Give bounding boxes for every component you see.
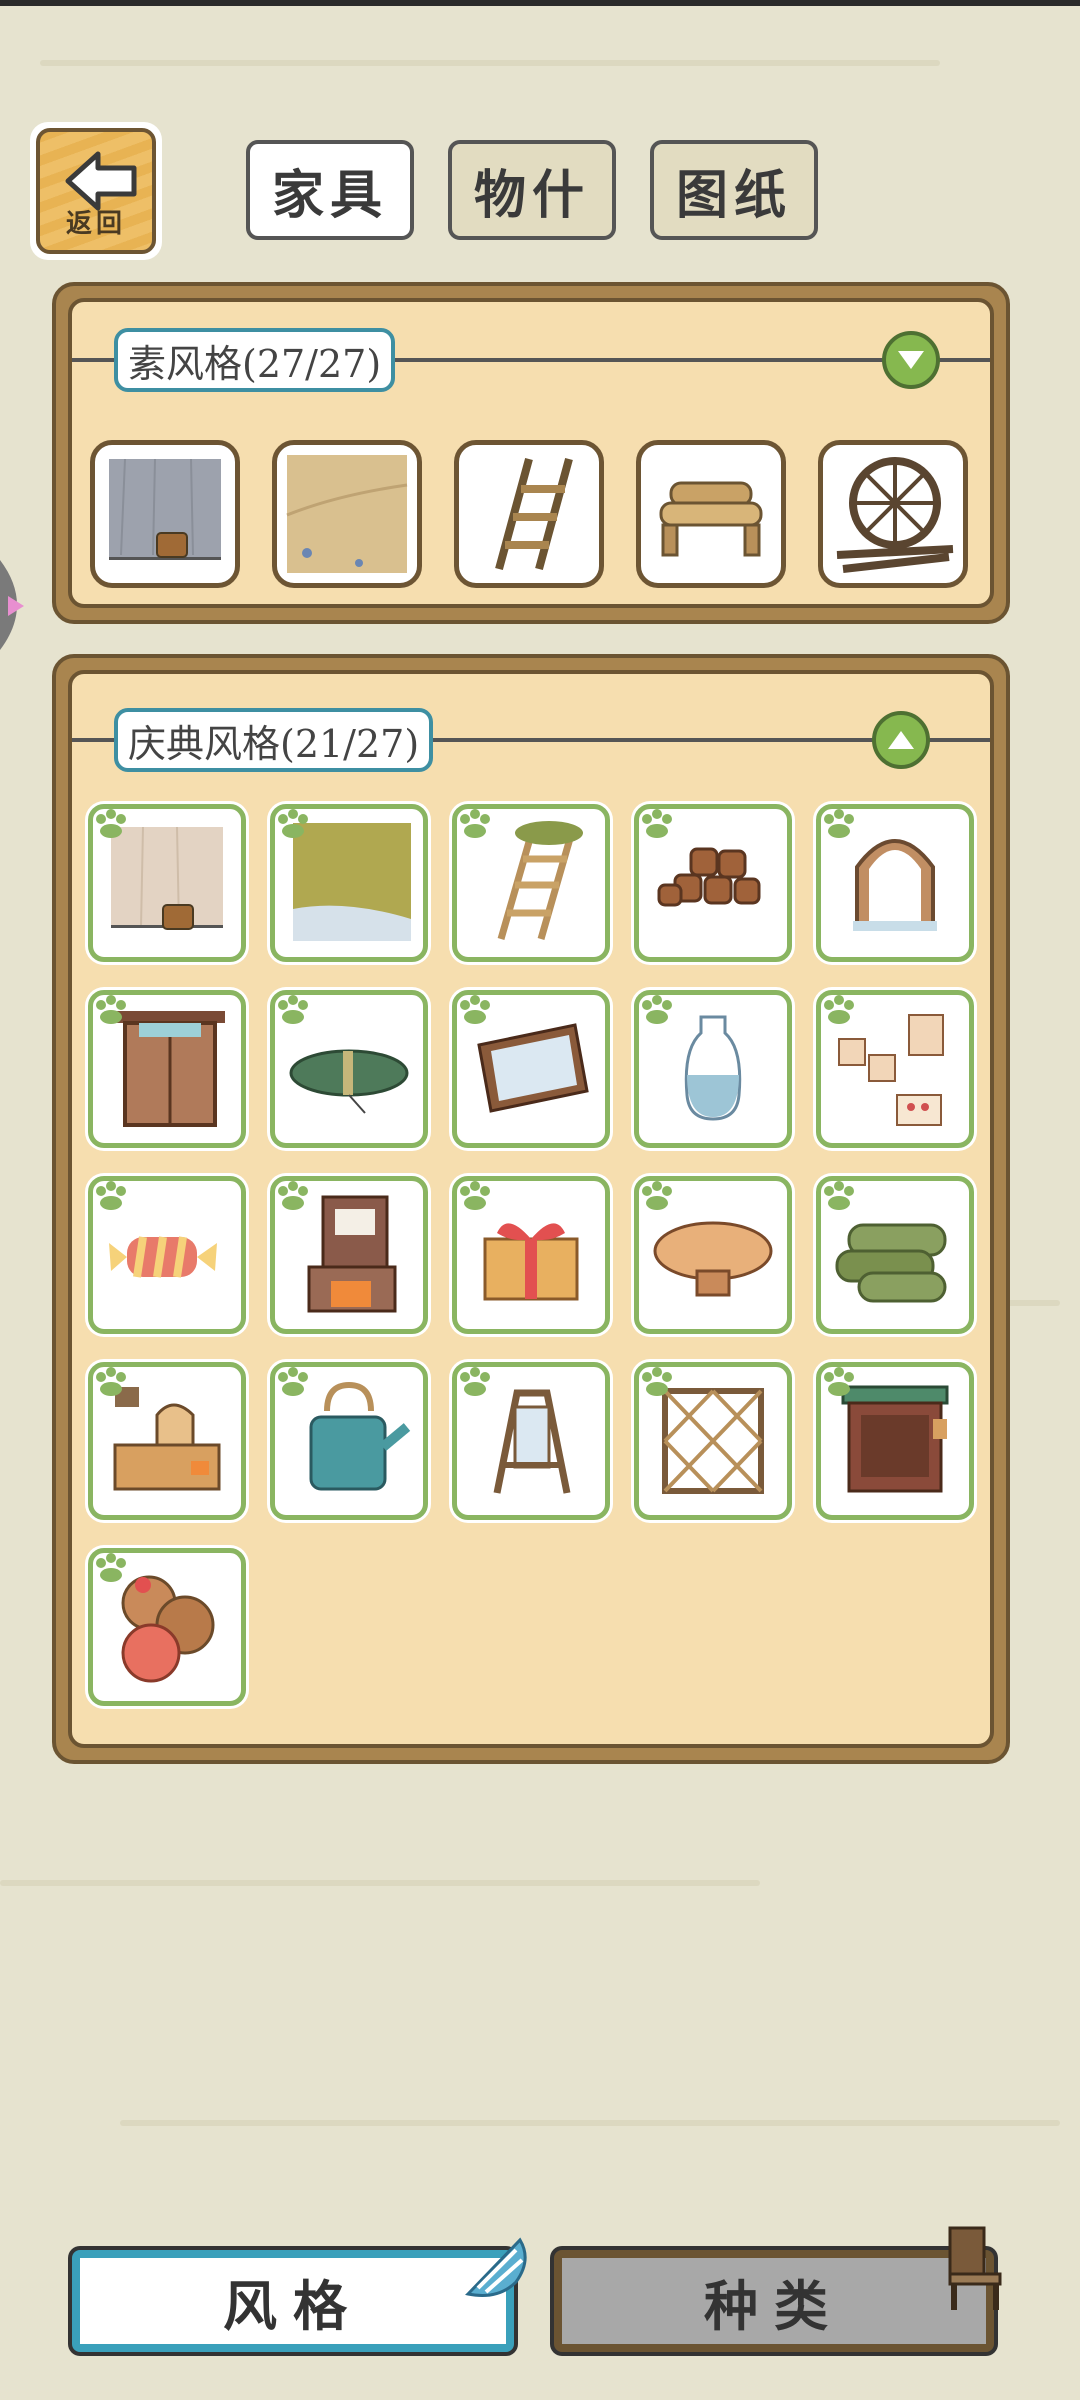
item-glass-vase[interactable]	[634, 990, 792, 1148]
item-standing-mirror[interactable]	[452, 1362, 610, 1520]
tab-blueprints[interactable]: 图纸	[650, 140, 818, 240]
item-mushroom-table[interactable]	[634, 1176, 792, 1334]
section-festival-style-label[interactable]: 庆典风格(21/27)	[114, 708, 434, 772]
frog-paw-icon	[642, 1181, 672, 1210]
item-wooden-ladder[interactable]	[454, 440, 604, 588]
frog-paw-icon	[824, 1367, 854, 1396]
collapse-down-icon[interactable]	[882, 331, 940, 389]
back-button-label: 返回	[65, 209, 126, 239]
item-lattice-screen[interactable]	[634, 1362, 792, 1520]
frog-paw-icon	[96, 1553, 126, 1582]
item-rolled-mats[interactable]	[816, 1176, 974, 1334]
frog-paw-icon	[460, 995, 490, 1024]
back-button-frame: 返回	[36, 128, 156, 254]
back-button[interactable]: 返回	[30, 122, 162, 260]
wooden-ladder-icon	[495, 457, 573, 571]
gray-wall-with-bucket-icon	[109, 458, 221, 560]
item-watering-can[interactable]	[270, 1362, 428, 1520]
kind-button-label: 种类	[704, 2274, 844, 2338]
section-festival-style-panel: 庆典风格(21/27)	[52, 654, 1010, 1764]
bg-stroke	[40, 60, 940, 66]
style-button-label: 风格	[223, 2274, 363, 2338]
sand-floor-icon	[286, 455, 408, 573]
expand-up-icon[interactable]	[872, 711, 930, 769]
round-window-icon	[836, 457, 954, 573]
frog-paw-icon	[96, 809, 126, 838]
item-fruit-sacks[interactable]	[88, 1548, 246, 1706]
frog-paw-icon	[278, 1181, 308, 1210]
frog-paw-icon	[278, 1367, 308, 1396]
frog-paw-icon	[96, 1367, 126, 1396]
top-status-strip	[0, 0, 1080, 6]
tab-objects[interactable]: 物什	[448, 140, 616, 240]
item-wooden-stools[interactable]	[634, 804, 792, 962]
item-gift-box[interactable]	[452, 1176, 610, 1334]
section-plain-style-label[interactable]: 素风格(27/27)	[114, 328, 396, 392]
chair-icon	[948, 2226, 1002, 2310]
bg-stroke	[0, 1880, 760, 1886]
item-log-bench[interactable]	[636, 440, 786, 588]
frog-paw-icon	[824, 1181, 854, 1210]
frog-paw-icon	[96, 1181, 126, 1210]
frog-paw-icon	[642, 1367, 672, 1396]
item-wood-wall[interactable]	[88, 804, 246, 962]
item-fireplace-cabinet[interactable]	[270, 1176, 428, 1334]
frog-paw-icon	[460, 809, 490, 838]
frog-paw-icon	[96, 995, 126, 1024]
section-festival-style-inner: 庆典风格(21/27)	[68, 670, 994, 1748]
item-candy-pillow[interactable]	[88, 1176, 246, 1334]
frog-paw-icon	[278, 809, 308, 838]
section-plain-style-panel: 素风格(27/27)	[52, 282, 1010, 624]
tab-furniture[interactable]: 家具	[246, 140, 414, 240]
item-photo-notes[interactable]	[816, 990, 974, 1148]
frog-paw-icon	[642, 995, 672, 1024]
item-mossy-ladder[interactable]	[452, 804, 610, 962]
item-gray-wall[interactable]	[90, 440, 240, 588]
item-arched-window[interactable]	[816, 804, 974, 962]
side-drawer-arrow-icon[interactable]	[0, 560, 34, 650]
style-button[interactable]: 风格	[72, 2250, 514, 2352]
kind-button[interactable]: 种类	[554, 2250, 994, 2352]
item-mirror-tray[interactable]	[452, 990, 610, 1148]
item-green-top-cabinet[interactable]	[816, 1362, 974, 1520]
log-bench-icon	[659, 481, 763, 557]
frog-paw-icon	[278, 995, 308, 1024]
item-grass-floor[interactable]	[270, 804, 428, 962]
frog-paw-icon	[824, 995, 854, 1024]
item-kitchen-stove[interactable]	[88, 1362, 246, 1520]
bg-stroke	[120, 2120, 1060, 2126]
frog-paw-icon	[824, 809, 854, 838]
item-green-cushion[interactable]	[270, 990, 428, 1148]
frog-paw-icon	[460, 1367, 490, 1396]
item-sand-floor[interactable]	[272, 440, 422, 588]
frog-paw-icon	[642, 809, 672, 838]
item-round-window[interactable]	[818, 440, 968, 588]
shell-icon	[465, 2237, 527, 2297]
item-wooden-door[interactable]	[88, 990, 246, 1148]
section-plain-style-inner: 素风格(27/27)	[68, 298, 994, 608]
frog-paw-icon	[460, 1181, 490, 1210]
